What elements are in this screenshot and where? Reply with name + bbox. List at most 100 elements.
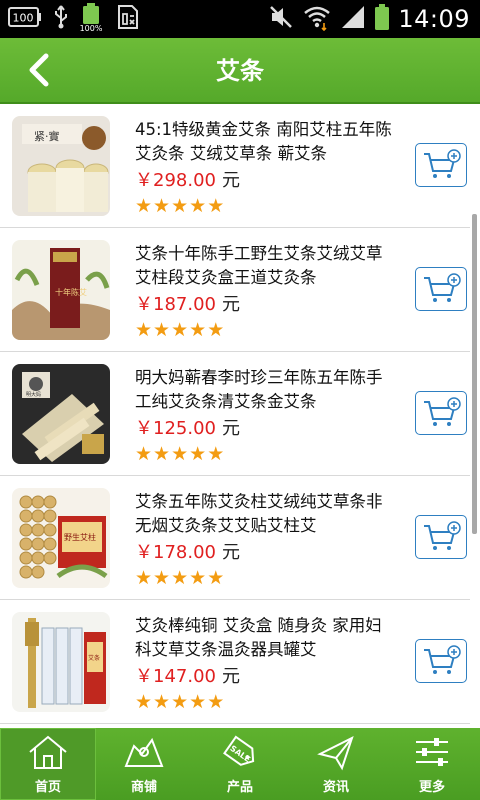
price-unit: 元 [221,666,240,687]
star-icon: ★ [135,443,153,465]
product-name[interactable]: 45:1特级黄金艾条 南阳艾柱五年陈艾灸条 艾绒艾草条 蕲艾条 [135,118,397,166]
product-price: ￥147.00 [135,666,216,687]
star-icon: ★ [189,319,207,341]
nav-more[interactable]: 更多 [384,728,480,800]
mute-icon [268,4,294,34]
star-icon: ★ [135,567,153,589]
product-price: ￥125.00 [135,418,216,439]
cart-add-icon [424,273,461,302]
product-item[interactable]: 十年陈艾 艾条十年陈手工野生艾条艾绒艾草艾柱段艾灸盒王道艾灸条 ￥187.00 元… [0,228,470,352]
star-icon: ★ [207,691,225,713]
rating-stars: ★ ★ ★ ★ ★ [135,692,224,712]
star-icon: ★ [153,319,171,341]
product-item[interactable]: 艾条 艾灸棒纯铜 艾灸盒 随身灸 家用妇科艾草艾条温灸器具罐艾 ￥147.00 元… [0,600,470,724]
battery-charging-icon [374,3,390,35]
product-thumbnail[interactable]: 十年陈艾 [12,240,110,340]
add-to-cart-button[interactable] [415,267,467,311]
product-name[interactable]: 明大妈蕲春李时珍三年陈五年陈手工纯艾灸条清艾条金艾条 [135,366,397,414]
cart-add-icon [424,645,461,674]
star-icon: ★ [135,319,153,341]
add-to-cart-button[interactable] [415,143,467,187]
product-price: ￥178.00 [135,542,216,563]
rating-stars: ★ ★ ★ ★ ★ [135,444,224,464]
home-icon [29,735,67,769]
nav-home[interactable]: 首页 [0,728,96,800]
star-icon: ★ [153,195,171,217]
star-icon: ★ [171,567,189,589]
product-item[interactable]: 紧·實 45:1特级黄金艾条 南阳艾柱五年陈艾灸条 艾绒艾草条 蕲艾条 ￥298… [0,104,470,228]
product-price: ￥187.00 [135,294,216,315]
bottom-nav: 首页 商铺 SALE 产品 资讯 更多 [0,728,480,800]
product-name[interactable]: 艾条五年陈艾灸柱艾绒纯艾草条非无烟艾灸条艾艾贴艾柱艾 [135,490,397,538]
product-price-row: ￥187.00 元 [135,290,240,316]
price-unit: 元 [221,170,240,191]
product-name[interactable]: 艾条十年陈手工野生艾条艾绒艾草艾柱段艾灸盒王道艾灸条 [135,242,397,290]
price-unit: 元 [221,418,240,439]
app-screen: 100 100% 14:09 艾条 紧·實 45:1特级黄金艾条 南阳艾柱五年陈… [0,0,480,800]
usb-icon [52,4,70,34]
page-title: 艾条 [216,57,264,85]
nav-products[interactable]: SALE 产品 [192,728,288,800]
star-icon: ★ [171,443,189,465]
product-name[interactable]: 艾灸棒纯铜 艾灸盒 随身灸 家用妇科艾草艾条温灸器具罐艾 [135,614,397,662]
product-price-row: ￥147.00 元 [135,662,240,688]
product-item[interactable]: 明大妈 明大妈蕲春李时珍三年陈五年陈手工纯艾灸条清艾条金艾条 ￥125.00 元 … [0,352,470,476]
status-left-icons: 100 100% [8,3,140,34]
add-to-cart-button[interactable] [415,515,467,559]
price-unit: 元 [221,542,240,563]
thumb-label: 十年陈艾 [55,287,87,297]
product-list[interactable]: 紧·實 45:1特级黄金艾条 南阳艾柱五年陈艾灸条 艾绒艾草条 蕲艾条 ￥298… [0,104,480,728]
shop-map-icon [124,737,164,767]
add-to-cart-button[interactable] [415,391,467,435]
nav-shop[interactable]: 商铺 [96,728,192,800]
paper-plane-icon [317,736,354,771]
product-price-row: ￥125.00 元 [135,414,240,440]
battery-level-text: 100 [13,12,34,25]
star-icon: ★ [135,195,153,217]
rating-stars: ★ ★ ★ ★ ★ [135,196,224,216]
star-icon: ★ [207,319,225,341]
star-icon: ★ [135,691,153,713]
rating-stars: ★ ★ ★ ★ ★ [135,568,224,588]
list-scrollbar[interactable] [472,214,477,534]
status-bar: 100 100% 14:09 [0,0,480,38]
settings-sliders-icon [416,738,448,766]
back-arrow-icon [29,53,49,87]
cart-add-icon [424,149,461,178]
nav-home-label: 首页 [34,780,61,795]
price-unit: 元 [221,294,240,315]
star-icon: ★ [153,567,171,589]
product-item[interactable]: 野生艾柱 艾条五年陈艾灸柱艾绒纯艾草条非无烟艾灸条艾艾贴艾柱艾 ￥178.00 元… [0,476,470,600]
thumb-label: 明大妈 [26,391,41,398]
star-icon: ★ [153,691,171,713]
star-icon: ★ [189,443,207,465]
star-icon: ★ [171,195,189,217]
cart-add-icon [424,521,461,550]
rating-stars: ★ ★ ★ ★ ★ [135,320,224,340]
product-thumbnail[interactable]: 紧·實 [12,116,110,216]
nav-news[interactable]: 资讯 [288,728,384,800]
star-icon: ★ [171,691,189,713]
status-right-icons: 14:09 [268,2,470,36]
star-icon: ★ [189,691,207,713]
signal-icon [340,4,366,34]
product-price-row: ￥298.00 元 [135,166,240,192]
product-price-row: ￥178.00 元 [135,538,240,564]
cart-add-icon [424,397,461,426]
nav-more-label: 更多 [418,780,445,795]
thumb-label: 野生艾柱 [64,532,96,542]
product-thumbnail[interactable]: 野生艾柱 [12,488,110,588]
star-icon: ★ [207,443,225,465]
status-time: 14:09 [398,5,470,33]
thumb-label: 艾条 [88,654,100,662]
product-thumbnail[interactable]: 艾条 [12,612,110,712]
star-icon: ★ [207,195,225,217]
star-icon: ★ [189,195,207,217]
app-header: 艾条 [0,38,480,104]
product-thumbnail[interactable]: 明大妈 [12,364,110,464]
product-price: ￥298.00 [135,170,216,191]
back-button[interactable] [18,48,62,92]
add-to-cart-button[interactable] [415,639,467,683]
nav-news-label: 资讯 [322,780,349,795]
star-icon: ★ [207,567,225,589]
